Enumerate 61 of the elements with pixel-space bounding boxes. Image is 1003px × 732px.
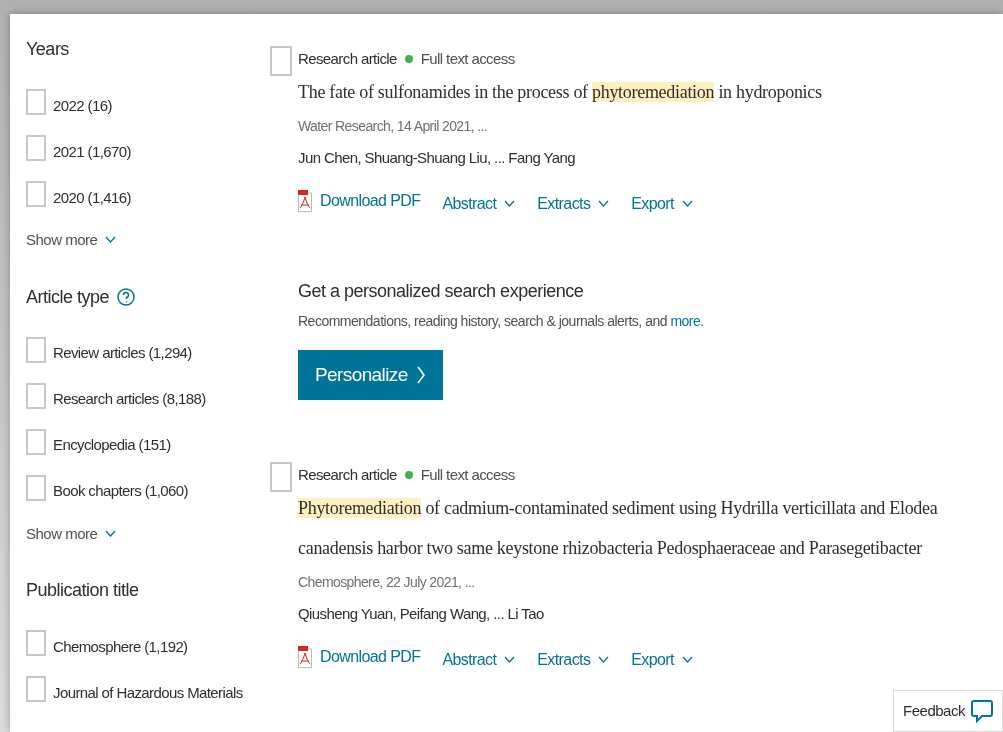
chevron-down-icon [504,656,516,664]
dropdown-link[interactable]: Extracts [537,192,610,216]
pdf-icon [298,190,312,212]
checkbox[interactable] [26,474,46,501]
chevron-down-icon [681,656,693,664]
article-title[interactable]: The fate of sulfonamides in the process of phytoremediation in hydroponics [298,72,822,112]
article-source: Water Research, 14 April 2021, ... [298,117,489,136]
filter-option[interactable]: Review articles (1,294) [53,342,192,365]
filter-option[interactable]: Chemosphere (1,192) [53,635,188,658]
article-authors: Qiusheng Yuan, Peifang Wang, ... Li Tao [298,604,545,624]
checkbox[interactable] [26,630,46,656]
checkbox[interactable] [26,428,46,455]
checkbox[interactable] [26,336,46,363]
chevron-down-icon [598,200,610,208]
chevron-down-icon [504,200,516,208]
chevron-right-icon [415,365,426,385]
pdf-icon [298,646,312,668]
filter-heading: Publication title [26,579,139,602]
filter-option[interactable]: 2022 (16) [53,94,112,117]
dropdown-link[interactable]: Abstract [442,192,516,216]
checkbox[interactable] [26,382,46,409]
chevron-down-icon [598,656,610,664]
filter-option[interactable]: Book chapters (1,060) [53,480,188,503]
download-pdf-link[interactable]: Download PDF [298,189,421,213]
promo-heading: Get a personalized search experience [298,280,585,303]
filter-option[interactable]: 2021 (1,670) [53,140,131,163]
filter-option[interactable]: 2020 (1,416) [53,186,131,209]
filter-option[interactable]: Journal of Hazardous Materials [53,681,243,704]
feedback-button[interactable]: Feedback [893,690,1003,732]
speech-bubble-icon [970,699,993,723]
checkbox[interactable] [270,46,292,76]
checkbox[interactable] [26,676,46,702]
access-label: Full text access [420,48,515,69]
article-authors: Jun Chen, Shuang-Shuang Liu, ... Fang Yang [298,148,576,168]
article-type: Research article [298,464,397,485]
chevron-down-icon [105,236,117,245]
show-more-link[interactable]: Show more [26,522,117,545]
dropdown-link[interactable]: Export [631,192,693,216]
personalize-button[interactable]: Personalize [298,350,443,400]
dropdown-link[interactable]: Export [631,648,693,672]
checkbox[interactable] [26,135,46,161]
filter-option[interactable]: Research articles (8,188) [53,388,206,411]
article-type: Research article [298,48,397,69]
checkbox[interactable] [26,89,46,115]
filter-heading: Article type [26,285,110,309]
promo-text: Recommendations, reading history, search & journals alerts, and more. [298,312,705,331]
filter-option[interactable]: Encyclopedia (151) [53,434,171,457]
article-title[interactable]: Phytoremediation of cadmium-contaminated sediment using Hydrilla verticillata and Elodea canadensis harbor two same keystone rhizobacteria Pedosphaeraceae and Parasegetibacter [298,488,938,568]
more-link[interactable]: more. [670,313,704,329]
checkbox[interactable] [26,181,46,207]
access-label: Full text access [420,464,515,485]
help-icon[interactable] [117,288,136,306]
chevron-down-icon [105,529,117,538]
dropdown-link[interactable]: Abstract [442,648,516,672]
download-pdf-link[interactable]: Download PDF [298,645,421,669]
article-source: Chemosphere, 22 July 2021, ... [298,573,476,592]
chevron-down-icon [681,200,693,208]
checkbox[interactable] [270,462,292,492]
dropdown-link[interactable]: Extracts [537,648,610,672]
show-more-link[interactable]: Show more [26,229,117,252]
filter-heading: Years [26,38,69,61]
